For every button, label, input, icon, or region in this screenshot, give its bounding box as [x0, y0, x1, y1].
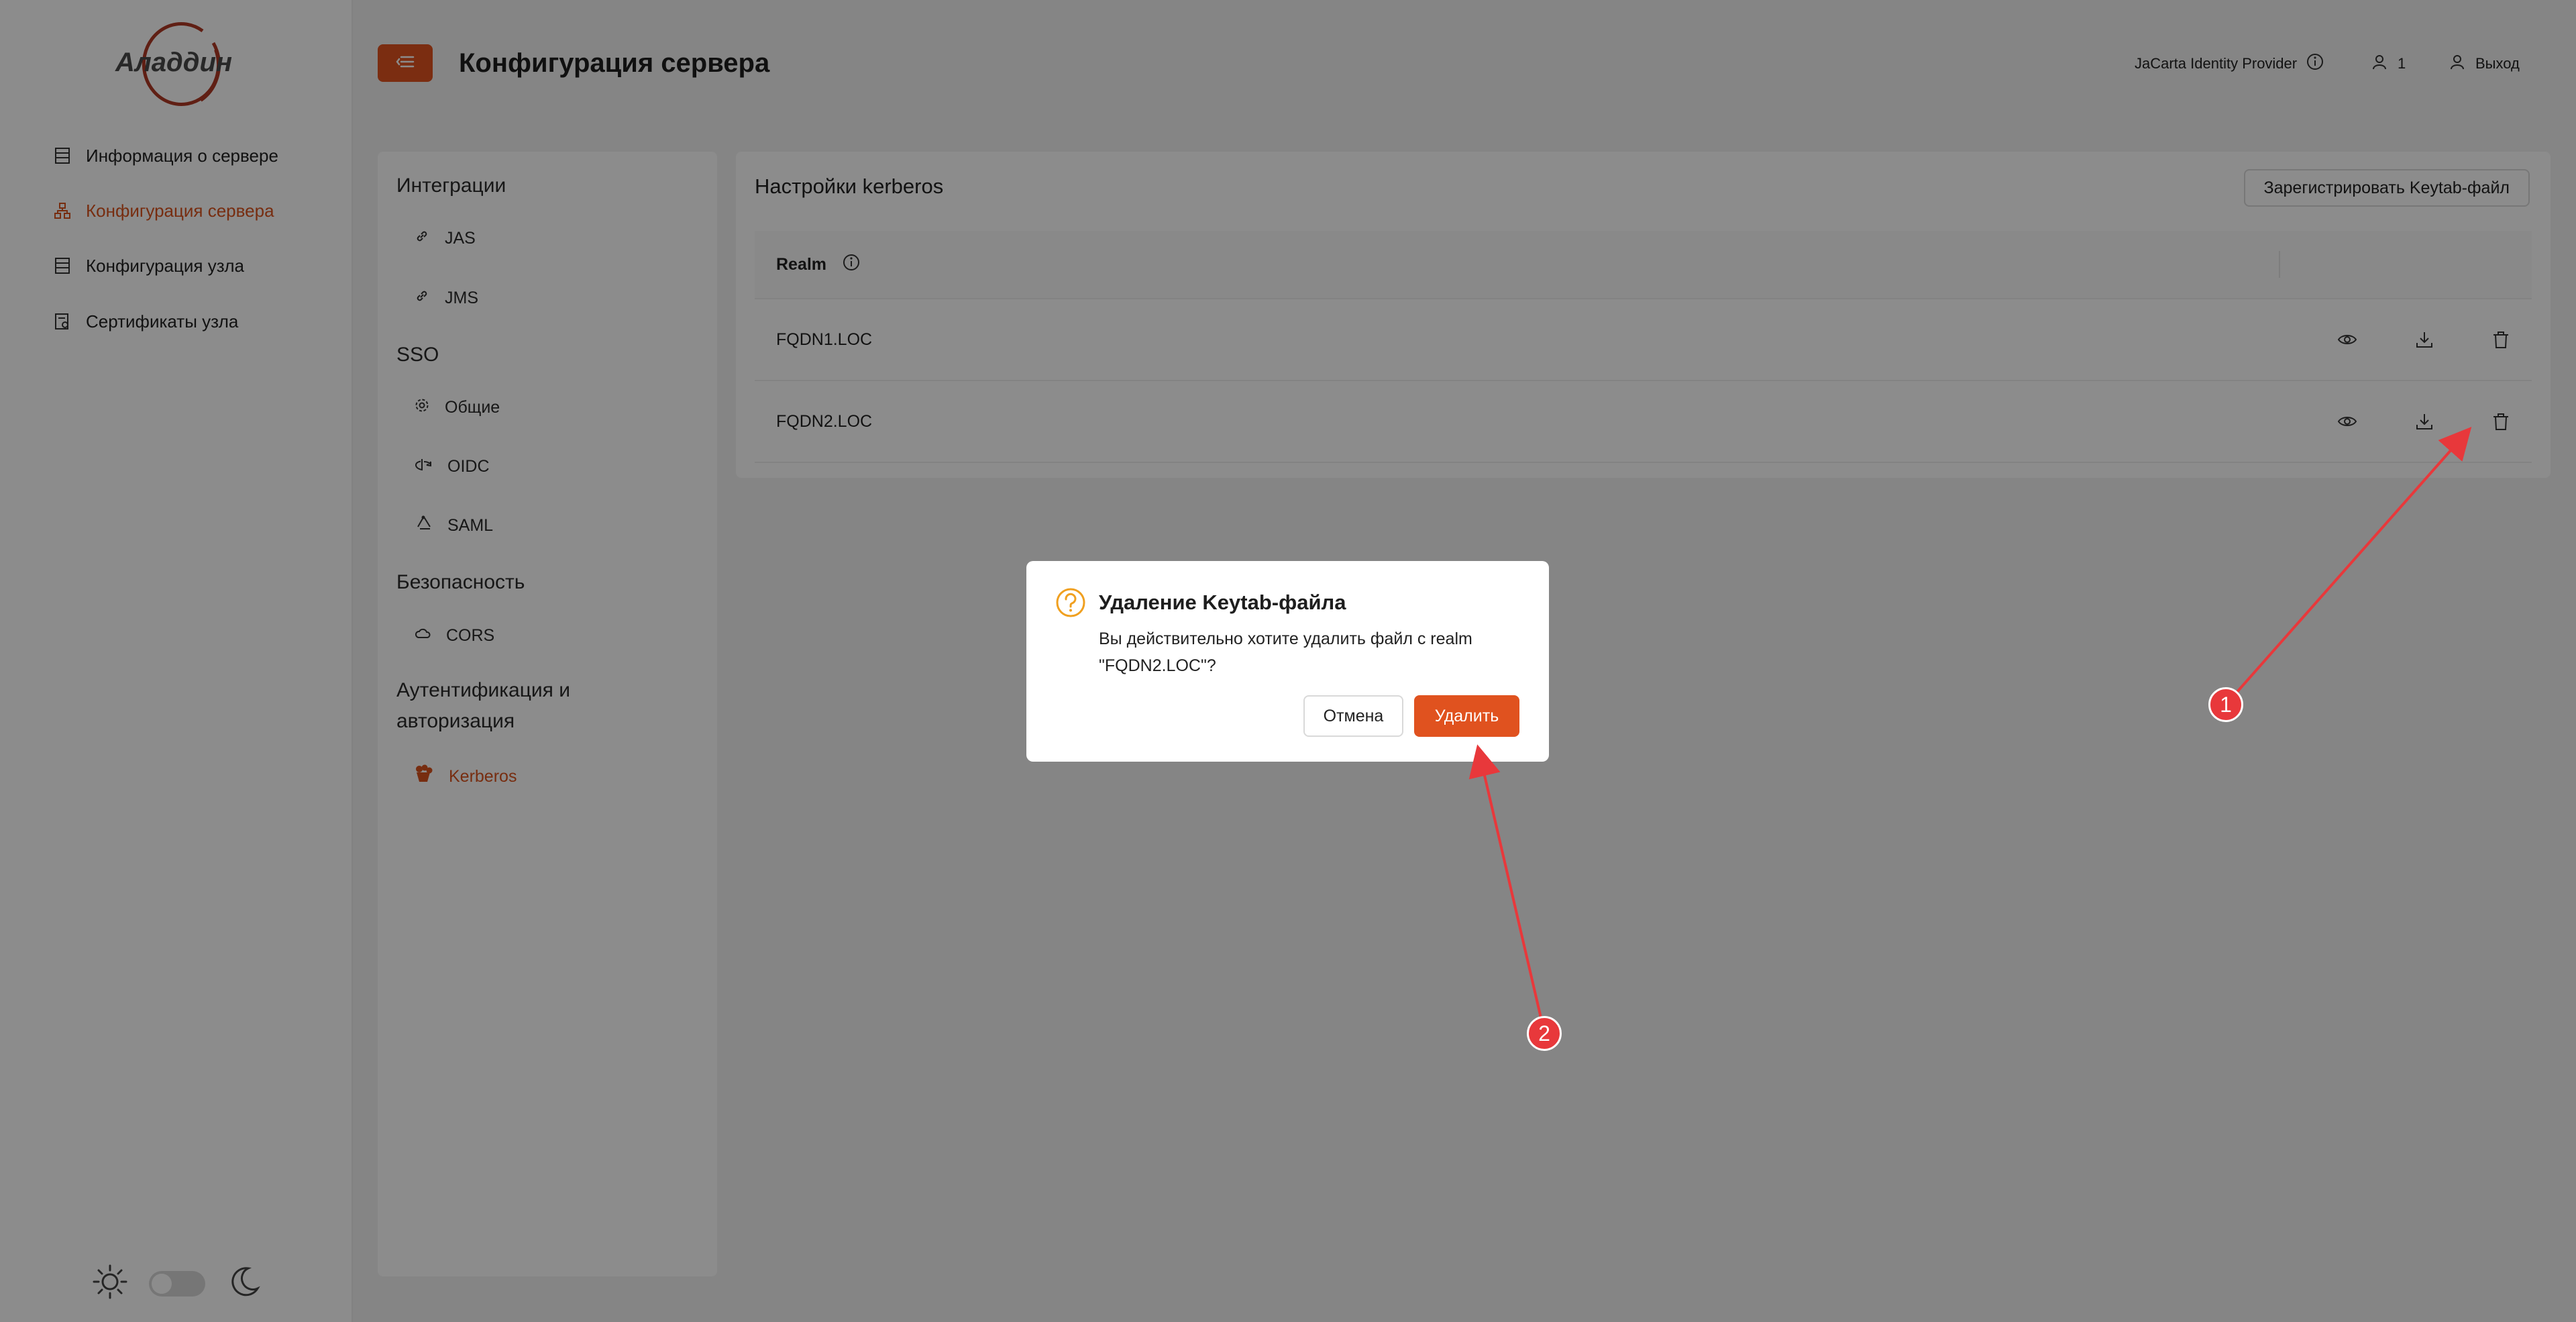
annotation-marker: 2 [1527, 1016, 1562, 1051]
delete-keytab-dialog: Удаление Keytab-файла Вы действительно х… [1026, 561, 1549, 762]
question-circle-icon [1055, 587, 1087, 619]
annotation-marker: 1 [2208, 687, 2243, 722]
dialog-message: Вы действительно хотите удалить файл с r… [1099, 629, 1472, 675]
cancel-button[interactable]: Отмена [1303, 695, 1403, 737]
dialog-title: Удаление Keytab-файла [1099, 591, 1346, 614]
confirm-delete-button[interactable]: Удалить [1414, 695, 1519, 737]
